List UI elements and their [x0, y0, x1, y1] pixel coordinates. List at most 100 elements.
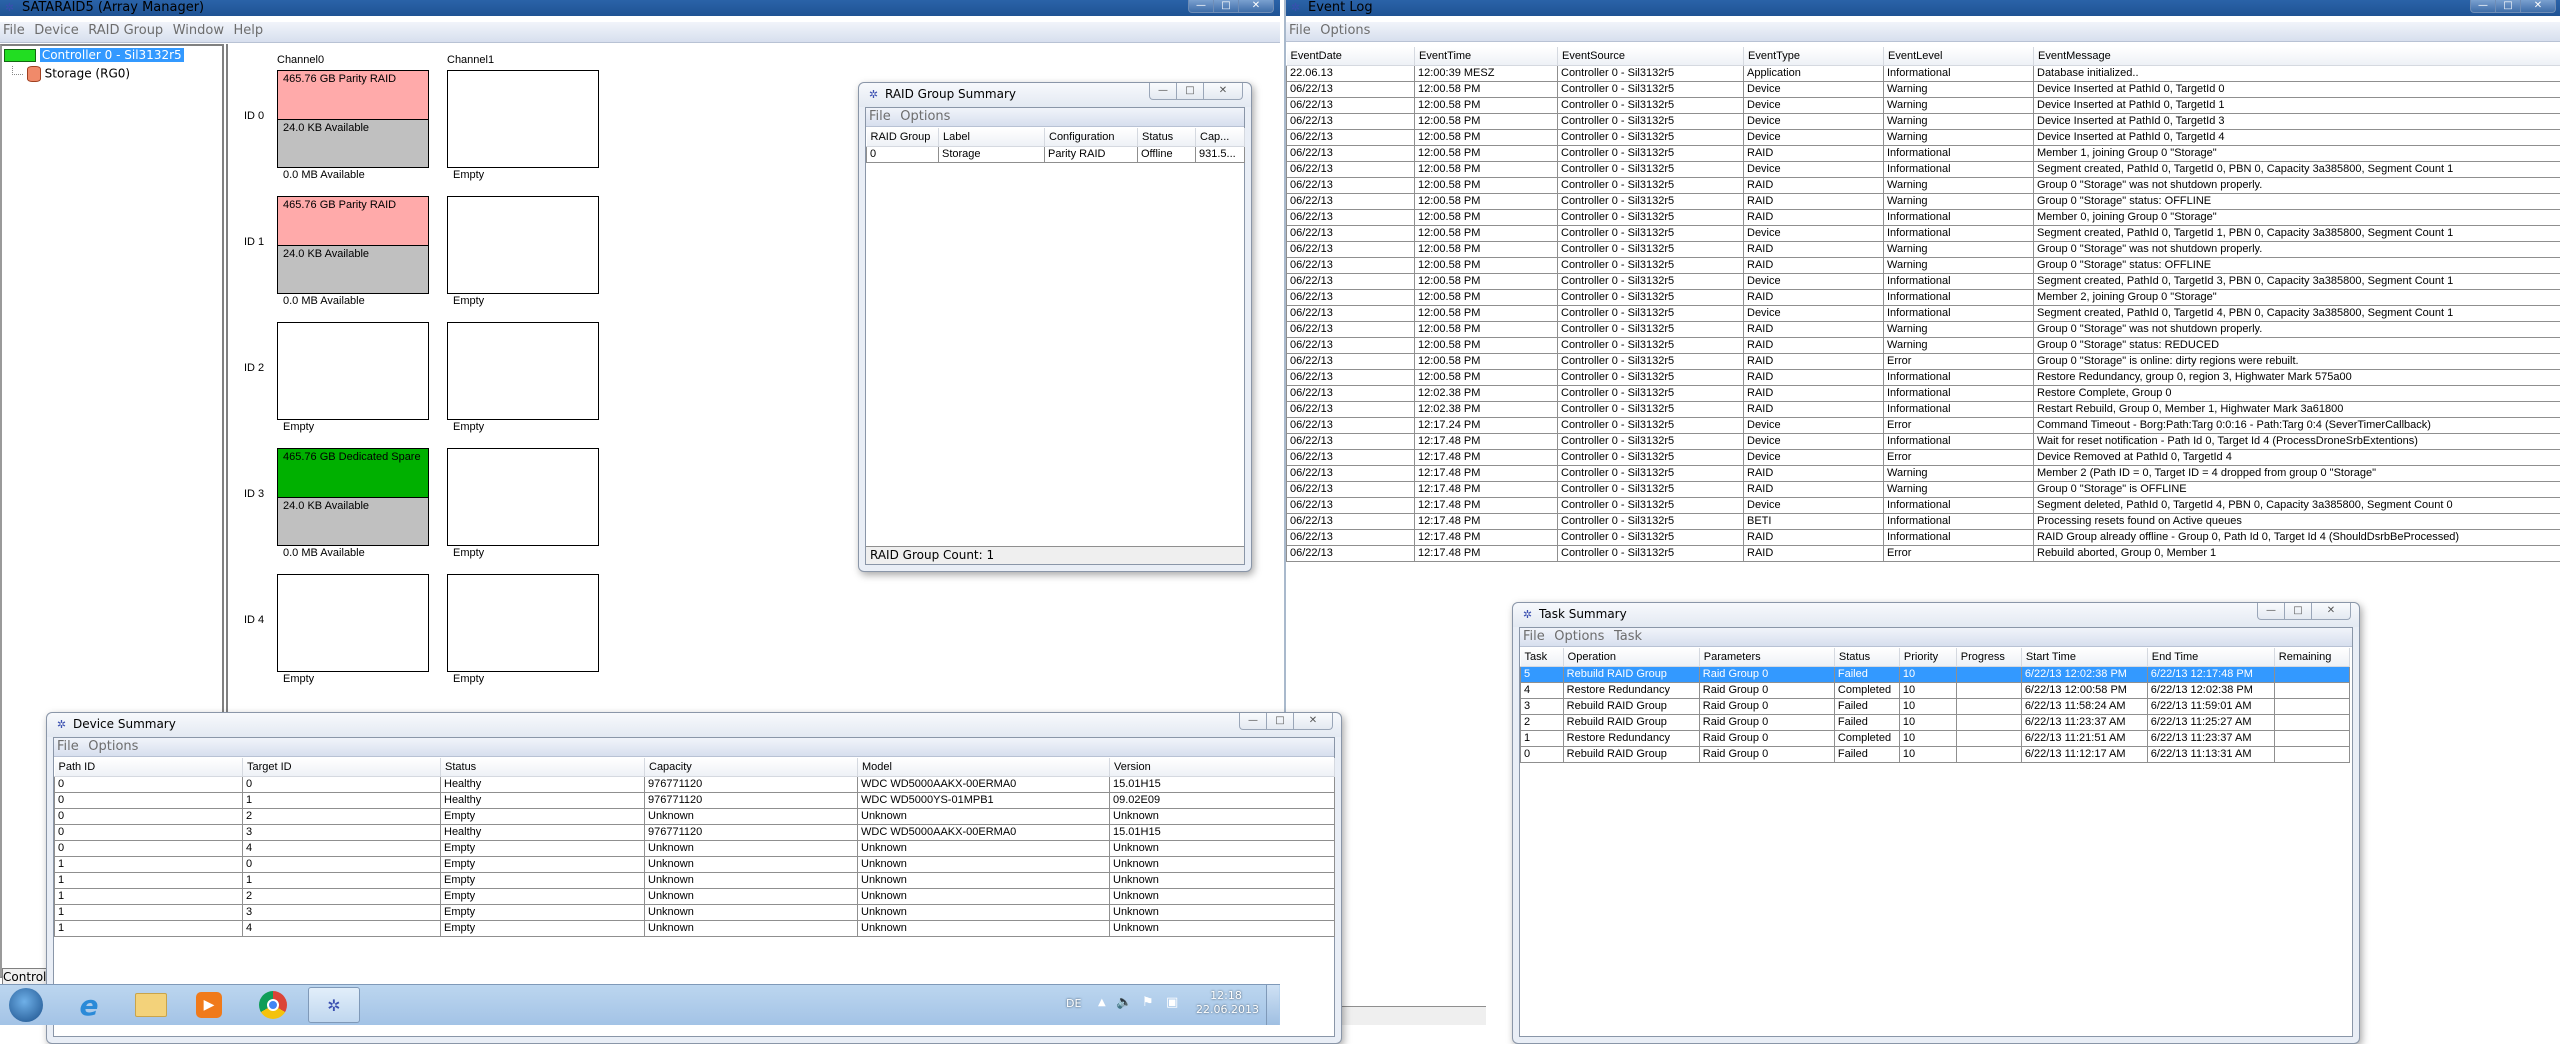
device-row[interactable]: 02EmptyUnknownUnknownUnknown — [55, 809, 1335, 825]
event-row[interactable]: 06/22/1312:17.48 PMController 0 - Sil313… — [1287, 530, 2560, 546]
close-button[interactable]: ✕ — [1238, 0, 1273, 12]
maximize-button[interactable]: □ — [2284, 603, 2311, 619]
event-row[interactable]: 06/22/1312:00.58 PMController 0 - Sil313… — [1287, 274, 2560, 290]
close-button[interactable]: ✕ — [2311, 603, 2350, 619]
disk-slot-id-2-channel1[interactable] — [447, 322, 599, 420]
device-row[interactable]: 01Healthy976771120WDC WD5000YS-01MPB109.… — [55, 793, 1335, 809]
event-row[interactable]: 06/22/1312:00.58 PMController 0 - Sil313… — [1287, 194, 2560, 210]
disk-slot-id-1-channel0[interactable]: 465.76 GB Parity RAID24.0 KB Available — [277, 196, 429, 294]
device-row[interactable]: 11EmptyUnknownUnknownUnknown — [55, 873, 1335, 889]
task-row[interactable]: 5Rebuild RAID GroupRaid Group 0Failed106… — [1521, 667, 2350, 683]
event-row[interactable]: 22.06.1312:00:39 MESZController 0 - Sil3… — [1287, 66, 2560, 82]
tree-item-controller[interactable]: Controller 0 - Sil3132r5 — [4, 48, 184, 63]
tree-item-storage[interactable]: Storage (RG0) — [12, 66, 130, 82]
event-row[interactable]: 06/22/1312:00.58 PMController 0 - Sil313… — [1287, 258, 2560, 274]
maximize-button[interactable]: □ — [1176, 83, 1203, 99]
event-row[interactable]: 06/22/1312:00.58 PMController 0 - Sil313… — [1287, 370, 2560, 386]
disk-slot-id-4-channel1[interactable] — [447, 574, 599, 672]
event-log-title-bar[interactable]: ✲ Event Log — □ ✕ — [1286, 0, 2560, 16]
task-column-operation[interactable]: Operation — [1563, 648, 1699, 667]
event-row[interactable]: 06/22/1312:17.48 PMController 0 - Sil313… — [1287, 434, 2560, 450]
raid-group-column-cap[interactable]: Cap... — [1196, 128, 1245, 147]
menu-file[interactable]: File — [866, 108, 894, 126]
task-column-task[interactable]: Task — [1521, 648, 1564, 667]
menu-options[interactable]: Options — [897, 108, 953, 126]
event-row[interactable]: 06/22/1312:00.58 PMController 0 - Sil313… — [1287, 114, 2560, 130]
event-row[interactable]: 06/22/1312:00.58 PMController 0 - Sil313… — [1287, 290, 2560, 306]
show-hidden-icons-button[interactable]: ▲ — [1098, 997, 1106, 1008]
minimize-button[interactable]: — — [1150, 83, 1176, 99]
volume-icon[interactable]: 🔈 — [1116, 995, 1132, 1010]
device-row[interactable]: 04EmptyUnknownUnknownUnknown — [55, 841, 1335, 857]
minimize-button[interactable]: — — [1240, 713, 1266, 729]
task-summary-title-bar[interactable]: ✲ Task Summary — □ ✕ — [1513, 603, 2359, 627]
device-column-model[interactable]: Model — [858, 758, 1110, 777]
menu-raid-group[interactable]: RAID Group — [85, 22, 166, 40]
event-row[interactable]: 06/22/1312:17.48 PMController 0 - Sil313… — [1287, 546, 2560, 562]
task-row[interactable]: 4Restore RedundancyRaid Group 0Completed… — [1521, 683, 2350, 699]
menu-file[interactable]: File — [1286, 22, 1314, 40]
event-row[interactable]: 06/22/1312:00.58 PMController 0 - Sil313… — [1287, 178, 2560, 194]
event-row[interactable]: 06/22/1312:00.58 PMController 0 - Sil313… — [1287, 242, 2560, 258]
device-column-target-id[interactable]: Target ID — [243, 758, 441, 777]
show-desktop-button[interactable] — [1266, 985, 1279, 1025]
menu-help[interactable]: Help — [230, 22, 266, 40]
event-row[interactable]: 06/22/1312:02.38 PMController 0 - Sil313… — [1287, 402, 2560, 418]
event-column-eventtime[interactable]: EventTime — [1415, 47, 1558, 66]
network-icon[interactable]: ▣ — [1166, 995, 1178, 1010]
task-row[interactable]: 0Rebuild RAID GroupRaid Group 0Failed106… — [1521, 747, 2350, 763]
raid-group-column-label[interactable]: Label — [939, 128, 1045, 147]
task-row[interactable]: 3Rebuild RAID GroupRaid Group 0Failed106… — [1521, 699, 2350, 715]
event-row[interactable]: 06/22/1312:00.58 PMController 0 - Sil313… — [1287, 146, 2560, 162]
event-row[interactable]: 06/22/1312:00.58 PMController 0 - Sil313… — [1287, 354, 2560, 370]
device-column-path-id[interactable]: Path ID — [55, 758, 243, 777]
menu-window[interactable]: Window — [170, 22, 227, 40]
event-row[interactable]: 06/22/1312:00.58 PMController 0 - Sil313… — [1287, 210, 2560, 226]
event-row[interactable]: 06/22/1312:17.48 PMController 0 - Sil313… — [1287, 466, 2560, 482]
disk-slot-id-1-channel1[interactable] — [447, 196, 599, 294]
device-column-status[interactable]: Status — [441, 758, 645, 777]
taskbar-array-manager[interactable]: ✲ — [308, 987, 360, 1023]
maximize-button[interactable]: □ — [1213, 0, 1238, 12]
maximize-button[interactable]: □ — [2495, 0, 2520, 12]
taskbar-internet-explorer[interactable]: e — [72, 989, 106, 1021]
task-column-priority[interactable]: Priority — [1899, 648, 1956, 667]
minimize-button[interactable]: — — [1189, 0, 1213, 12]
menu-options[interactable]: Options — [85, 738, 141, 756]
menu-options[interactable]: Options — [1551, 628, 1607, 646]
event-column-eventtype[interactable]: EventType — [1744, 47, 1884, 66]
event-row[interactable]: 06/22/1312:00.58 PMController 0 - Sil313… — [1287, 322, 2560, 338]
disk-slot-id-0-channel1[interactable] — [447, 70, 599, 168]
event-column-eventmessage[interactable]: EventMessage — [2034, 47, 2560, 66]
device-summary-title-bar[interactable]: ✲ Device Summary — □ ✕ — [47, 713, 1341, 737]
menu-file[interactable]: File — [54, 738, 82, 756]
disk-slot-id-3-channel0[interactable]: 465.76 GB Dedicated Spare24.0 KB Availab… — [277, 448, 429, 546]
raid-group-column-status[interactable]: Status — [1138, 128, 1196, 147]
event-row[interactable]: 06/22/1312:17.48 PMController 0 - Sil313… — [1287, 498, 2560, 514]
task-row[interactable]: 1Restore RedundancyRaid Group 0Completed… — [1521, 731, 2350, 747]
device-row[interactable]: 14EmptyUnknownUnknownUnknown — [55, 921, 1335, 937]
raid-group-column-raid-group[interactable]: RAID Group — [867, 128, 939, 147]
action-center-flag-icon[interactable]: ⚑ — [1142, 995, 1154, 1010]
device-row[interactable]: 13EmptyUnknownUnknownUnknown — [55, 905, 1335, 921]
event-column-eventdate[interactable]: EventDate — [1287, 47, 1415, 66]
device-row[interactable]: 03Healthy976771120WDC WD5000AAKX-00ERMA0… — [55, 825, 1335, 841]
event-column-eventsource[interactable]: EventSource — [1558, 47, 1744, 66]
disk-slot-id-0-channel0[interactable]: 465.76 GB Parity RAID24.0 KB Available — [277, 70, 429, 168]
task-column-parameters[interactable]: Parameters — [1699, 648, 1834, 667]
close-button[interactable]: ✕ — [1203, 83, 1242, 99]
task-column-end-time[interactable]: End Time — [2147, 648, 2274, 667]
disk-slot-id-2-channel0[interactable] — [277, 322, 429, 420]
event-row[interactable]: 06/22/1312:17.48 PMController 0 - Sil313… — [1287, 514, 2560, 530]
event-row[interactable]: 06/22/1312:02.38 PMController 0 - Sil313… — [1287, 386, 2560, 402]
menu-options[interactable]: Options — [1317, 22, 1373, 40]
task-column-remaining[interactable]: Remaining — [2274, 648, 2349, 667]
event-row[interactable]: 06/22/1312:00.58 PMController 0 - Sil313… — [1287, 98, 2560, 114]
device-column-version[interactable]: Version — [1110, 758, 1335, 777]
event-row[interactable]: 06/22/1312:00.58 PMController 0 - Sil313… — [1287, 338, 2560, 354]
main-title-bar[interactable]: ✲ SATARAID5 (Array Manager) — □ ✕ — [0, 0, 1280, 16]
disk-slot-id-3-channel1[interactable] — [447, 448, 599, 546]
minimize-button[interactable]: — — [2258, 603, 2284, 619]
device-row[interactable]: 10EmptyUnknownUnknownUnknown — [55, 857, 1335, 873]
event-row[interactable]: 06/22/1312:00.58 PMController 0 - Sil313… — [1287, 162, 2560, 178]
